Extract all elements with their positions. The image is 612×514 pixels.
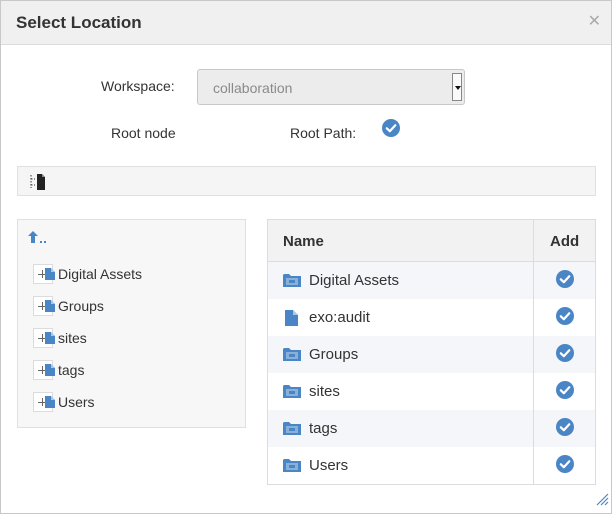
folder-icon — [283, 273, 301, 293]
table-header: Name Add — [268, 220, 595, 262]
column-header-name[interactable]: Name — [283, 233, 324, 250]
root-path-select-check-icon[interactable] — [382, 119, 400, 142]
root-node-label: Root node — [111, 125, 176, 141]
row-name[interactable]: Digital Assets — [309, 272, 399, 289]
column-header-add: Add — [550, 233, 580, 250]
row-name[interactable]: tags — [309, 420, 337, 437]
up-level-icon[interactable] — [27, 230, 47, 249]
table-row[interactable]: exo:audit — [268, 299, 595, 336]
file-icon — [45, 267, 55, 285]
chevron-down-icon[interactable] — [452, 73, 462, 101]
tree-item-label: Groups — [58, 298, 104, 314]
close-icon[interactable]: ✕ — [588, 11, 601, 31]
add-check-icon[interactable] — [556, 307, 574, 330]
row-name[interactable]: Users — [309, 457, 348, 474]
add-check-icon[interactable] — [556, 344, 574, 367]
tree-root-icon[interactable] — [29, 173, 47, 196]
table-row[interactable]: Groups — [268, 336, 595, 373]
table-row[interactable]: tags — [268, 410, 595, 447]
file-icon — [285, 310, 298, 331]
resize-handle-icon[interactable] — [593, 490, 609, 511]
file-icon — [45, 299, 55, 317]
file-icon — [45, 331, 55, 349]
row-name[interactable]: exo:audit — [309, 309, 370, 326]
dialog-title: Select Location — [16, 13, 142, 32]
workspace-value: collaboration — [213, 80, 293, 96]
add-check-icon[interactable] — [556, 418, 574, 441]
add-check-icon[interactable] — [556, 381, 574, 404]
tree-item-label: Users — [58, 394, 95, 410]
add-check-icon[interactable] — [556, 270, 574, 293]
folder-icon — [283, 458, 301, 478]
table-row[interactable]: Users — [268, 447, 595, 484]
folder-icon — [283, 347, 301, 367]
row-name[interactable]: sites — [309, 383, 340, 400]
tree-item-label: Digital Assets — [58, 266, 143, 282]
file-icon — [45, 395, 55, 413]
folder-icon — [283, 384, 301, 404]
dialog-header: Select Location ✕ — [1, 1, 611, 45]
workspace-select[interactable]: collaboration — [197, 69, 465, 105]
table-row[interactable]: sites — [268, 373, 595, 410]
row-name[interactable]: Groups — [309, 346, 358, 363]
folder-tree: Digital Assets Groups sites tags Users — [17, 219, 246, 428]
workspace-label: Workspace: — [101, 78, 175, 94]
column-divider — [533, 220, 534, 484]
table-row[interactable]: Digital Assets — [268, 262, 595, 299]
node-list-table: Name Add Digital Assets exo:audit Groups… — [267, 219, 596, 485]
tree-item-label: sites — [58, 330, 87, 346]
folder-icon — [283, 421, 301, 441]
root-path-label: Root Path: — [290, 125, 357, 141]
breadcrumb — [17, 166, 596, 196]
tree-item-label: tags — [58, 362, 85, 378]
file-icon — [45, 363, 55, 381]
add-check-icon[interactable] — [556, 455, 574, 478]
select-location-dialog: Select Location ✕ Workspace: collaborati… — [0, 0, 612, 514]
